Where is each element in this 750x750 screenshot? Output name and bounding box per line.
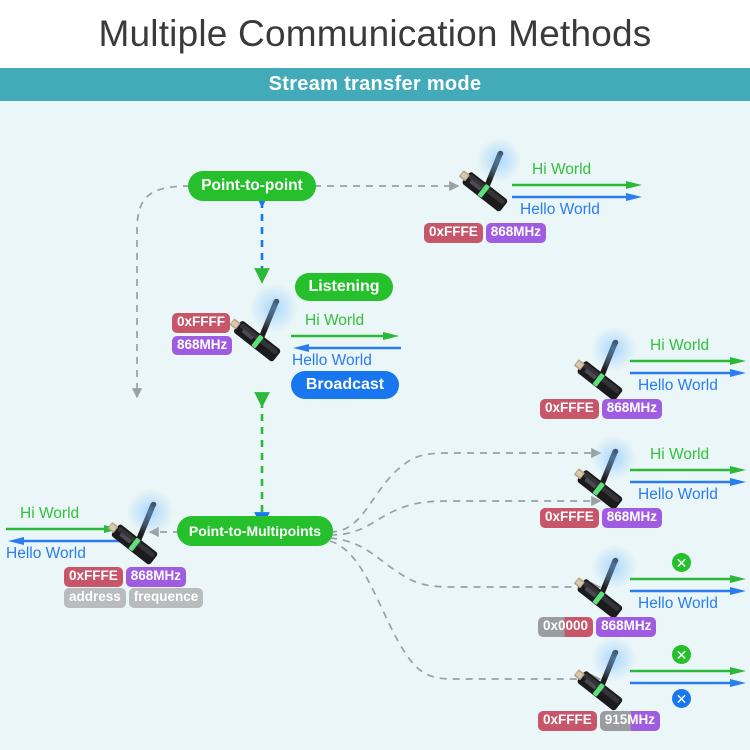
- badge-broadcast-label: Broadcast: [305, 376, 385, 393]
- blocked-rx-icon-node-4: ✕: [672, 689, 691, 708]
- msg-hello-p2m-source: Hello World: [6, 545, 86, 562]
- tags-node-4: 0xFFFE 915MHz: [538, 711, 661, 731]
- antenna-glow: [477, 138, 521, 182]
- address-badge-node-1: 0xFFFE: [540, 399, 599, 419]
- frequency-badge-p2m-source: 868MHz: [125, 567, 187, 587]
- tags-node-1: 0xFFFE 868MHz: [540, 399, 663, 419]
- tags-master-center: 0xFFFF 868MHz: [172, 313, 233, 356]
- antenna-glow: [127, 489, 173, 535]
- msg-hello-master: Hello World: [292, 352, 372, 369]
- badge-broadcast[interactable]: Broadcast: [291, 371, 399, 399]
- arrow-tx-node-2: [630, 466, 746, 474]
- address-badge-node-2: 0xFFFE: [540, 508, 599, 528]
- legend-frequence-label: frequence: [128, 588, 204, 608]
- page-root: Multiple Communication Methods Stream tr…: [0, 0, 750, 750]
- blocked-tx-icon-node-3: ✕: [672, 553, 691, 572]
- msg-hello-node-1: Hello World: [638, 377, 718, 394]
- node-point-to-point[interactable]: Point-to-point: [188, 171, 316, 201]
- frequency-badge-node-3: 868MHz: [596, 617, 657, 637]
- address-badge-master: 0xFFFF: [172, 313, 231, 333]
- tags-p2m-source: 0xFFFE 868MHz: [64, 567, 187, 587]
- wire-p2p-to-source: [131, 185, 191, 399]
- blocked-glyph: ✕: [675, 554, 688, 571]
- tags-node-3: 0x0000 868MHz: [538, 617, 657, 637]
- wire-branch-3: [329, 537, 602, 593]
- page-title: Multiple Communication Methods: [98, 13, 652, 54]
- diagram-canvas: Hi World Hello World 0xFFFE 868MHz Point…: [0, 101, 750, 750]
- legend-address-label: address: [64, 588, 126, 608]
- address-badge-p2p-peer: 0xFFFE: [424, 223, 483, 243]
- node-point-to-multipoints-label: Point-to-Multipoints: [188, 523, 322, 539]
- arrow-rx-p2p-peer: [512, 193, 642, 201]
- arrow-tx-p2p-peer: [512, 181, 642, 189]
- frequency-badge-master: 868MHz: [172, 335, 233, 356]
- node-point-to-point-label: Point-to-point: [201, 177, 303, 195]
- msg-hello-node-2: Hello World: [638, 486, 718, 503]
- badge-listening-label: Listening: [308, 278, 380, 295]
- mode-subtitle: Stream transfer mode: [268, 73, 482, 95]
- tags-p2p-peer: 0xFFFE 868MHz: [424, 223, 547, 243]
- msg-hello-p2p-peer: Hello World: [520, 201, 600, 218]
- arrow-tx-node-4: [630, 667, 746, 675]
- arrow-rx-node-3: [630, 587, 746, 595]
- arrow-rx-master: [293, 344, 401, 352]
- antenna-glow: [250, 284, 298, 332]
- msg-hi-p2m-source: Hi World: [20, 505, 80, 522]
- header-subtitle-bar: Stream transfer mode: [0, 68, 750, 101]
- msg-hello-node-3: Hello World: [638, 595, 718, 612]
- msg-hi-node-1: Hi World: [650, 337, 710, 354]
- msg-hi-master: Hi World: [305, 312, 365, 329]
- blocked-tx-icon-node-4: ✕: [672, 645, 691, 664]
- msg-hi-p2p-peer: Hi World: [532, 161, 592, 178]
- frequency-badge-node-1: 868MHz: [601, 399, 663, 419]
- frequency-badge-node-4: 915MHz: [599, 711, 661, 731]
- tags-node-2: 0xFFFE 868MHz: [540, 508, 663, 528]
- frequency-badge-p2p-peer: 868MHz: [485, 223, 547, 243]
- msg-hi-node-2: Hi World: [650, 446, 710, 463]
- header-title-bar: Multiple Communication Methods: [0, 0, 750, 68]
- arrow-rx-node-4: [630, 679, 746, 687]
- arrow-tx-node-1: [630, 357, 746, 365]
- wire-branch-4: [329, 540, 602, 685]
- address-badge-node-4: 0xFFFE: [538, 711, 597, 731]
- frequency-badge-node-2: 868MHz: [601, 508, 663, 528]
- blocked-glyph: ✕: [675, 646, 688, 663]
- blocked-glyph: ✕: [675, 690, 688, 707]
- address-badge-p2m-source: 0xFFFE: [64, 567, 123, 587]
- arrow-rx-node-2: [630, 478, 746, 486]
- address-badge-node-3: 0x0000: [538, 617, 594, 637]
- arrow-rx-node-1: [630, 369, 746, 377]
- arrow-tx-node-3: [630, 575, 746, 583]
- legend-row: address frequence: [64, 588, 204, 608]
- arrow-tx-master: [291, 332, 399, 340]
- node-point-to-multipoints[interactable]: Point-to-Multipoints: [177, 516, 333, 546]
